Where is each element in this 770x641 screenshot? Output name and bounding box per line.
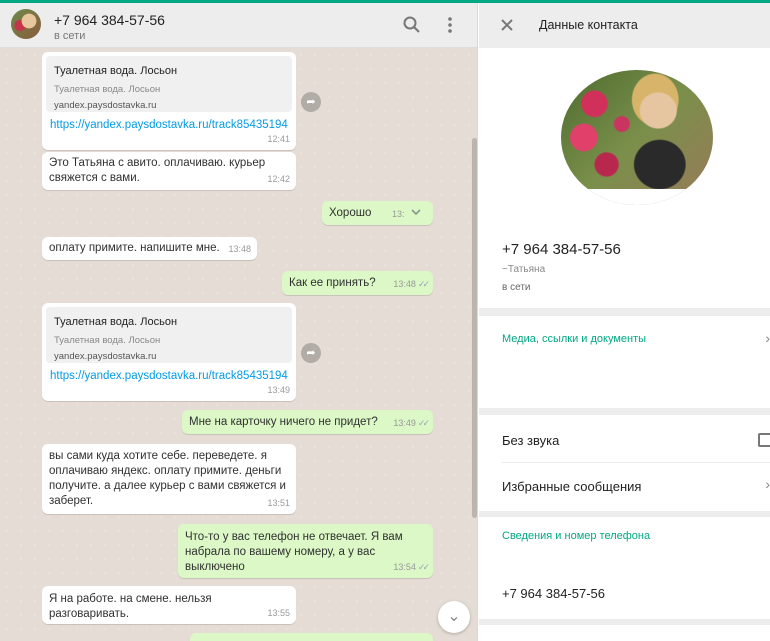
- avatar[interactable]: [11, 9, 41, 39]
- close-icon[interactable]: [497, 15, 517, 35]
- message-text: Мне на карточку ничего не придет?: [189, 416, 378, 428]
- scrollbar[interactable]: [472, 138, 477, 518]
- media-links-docs-link[interactable]: Медиа, ссылки и документы: [502, 333, 646, 345]
- message-incoming[interactable]: Туалетная вода. Лосьон Туалетная вода. Л…: [42, 303, 296, 401]
- profile-status: в сети: [502, 282, 531, 293]
- chat-pane: +7 964 384-57-56 в сети Туалетная вода. …: [0, 3, 478, 641]
- message-text: Это Татьяна с авито. оплачиваю. курьер: [49, 157, 266, 169]
- link-preview-description: Туалетная вода. Лосьон: [54, 84, 161, 95]
- settings-card: Без звука Избранные сообщения ›: [479, 415, 770, 511]
- message-outgoing[interactable]: [190, 633, 433, 641]
- about-phone-card: Сведения и номер телефона +7 964 384-57-…: [479, 517, 770, 619]
- chat-header[interactable]: +7 964 384-57-56 в сети: [0, 3, 477, 48]
- message-incoming[interactable]: Туалетная вода. Лосьон Туалетная вода. Л…: [42, 52, 296, 150]
- profile-phone: +7 964 384-57-56: [502, 241, 621, 258]
- message-time: 13:49: [267, 385, 290, 395]
- message-text: Хорошо: [329, 207, 372, 219]
- message-time: 13:: [392, 209, 405, 219]
- read-ticks-icon: ✓✓: [417, 562, 430, 572]
- divider: [502, 462, 770, 463]
- link-preview-domain: yandex.paysdostavka.ru: [54, 351, 157, 362]
- about-phone-heading: Сведения и номер телефона: [502, 530, 651, 542]
- link-preview-title: Туалетная вода. Лосьон: [54, 316, 178, 328]
- message-text: оплачиваю яндекс. оплату примите. деньги: [49, 465, 282, 477]
- message-time: 13:49: [393, 418, 416, 428]
- message-text: свяжется с вами.: [49, 172, 140, 184]
- search-icon[interactable]: [402, 15, 422, 35]
- message-text: Как ее принять?: [289, 277, 376, 289]
- chevron-right-icon: ›: [765, 476, 770, 492]
- bottom-card: [479, 625, 770, 641]
- message-incoming[interactable]: Это Татьяна с авито. оплачиваю. курьер с…: [42, 152, 296, 190]
- message-time: 13:48: [393, 279, 416, 289]
- message-link[interactable]: https://yandex.paysdostavka.ru/track8543…: [50, 369, 288, 384]
- link-preview-title: Туалетная вода. Лосьон: [54, 65, 178, 77]
- message-time: 13:54: [393, 562, 416, 572]
- message-time: 12:41: [267, 134, 290, 144]
- chevron-down-icon[interactable]: [410, 207, 422, 217]
- read-ticks-icon: ✓✓: [417, 279, 430, 289]
- forward-icon[interactable]: ➦: [301, 92, 321, 112]
- starred-messages-item[interactable]: Избранные сообщения: [502, 479, 641, 494]
- scroll-down-button[interactable]: ⌄: [438, 601, 470, 633]
- link-preview[interactable]: Туалетная вода. Лосьон Туалетная вода. Л…: [46, 307, 292, 363]
- chevron-right-icon: ›: [765, 330, 770, 346]
- message-text: вы сами куда хотите себе. переведете. я: [49, 450, 267, 462]
- message-meta: 13:48 ✓✓: [393, 277, 430, 292]
- forward-icon[interactable]: ➦: [301, 343, 321, 363]
- chat-contact-status: в сети: [54, 30, 86, 42]
- message-incoming[interactable]: оплату примите. напишите мне. 13:48: [42, 237, 257, 260]
- profile-card: +7 964 384-57-56 ~Татьяна в сети: [479, 48, 770, 308]
- message-time: 12:42: [267, 174, 290, 184]
- chat-contact-name: +7 964 384-57-56: [54, 12, 165, 28]
- message-outgoing[interactable]: Как ее принять? 13:48 ✓✓: [282, 271, 433, 295]
- link-preview-domain: yandex.paysdostavka.ru: [54, 100, 157, 111]
- read-ticks-icon: ✓✓: [417, 418, 430, 428]
- message-outgoing[interactable]: Что-то у вас телефон не отвечает. Я вам …: [178, 524, 433, 578]
- message-outgoing[interactable]: Мне на карточку ничего не придет? 13:49 ✓…: [182, 410, 433, 434]
- menu-icon[interactable]: [440, 15, 460, 35]
- mute-checkbox[interactable]: [758, 433, 770, 447]
- message-time: 13:55: [267, 608, 290, 618]
- message-text: оплату примите. напишите мне.: [49, 242, 220, 254]
- link-preview[interactable]: Туалетная вода. Лосьон Туалетная вода. Л…: [46, 56, 292, 112]
- message-time: 13:48: [228, 244, 251, 254]
- message-meta: 13:54 ✓✓: [393, 560, 430, 575]
- link-preview-description: Туалетная вода. Лосьон: [54, 335, 161, 346]
- media-card[interactable]: Медиа, ссылки и документы ›: [479, 316, 770, 408]
- message-link[interactable]: https://yandex.paysdostavka.ru/track8543…: [50, 118, 288, 133]
- message-list[interactable]: Туалетная вода. Лосьон Туалетная вода. Л…: [0, 48, 477, 641]
- message-text: набрала по вашему номеру, а у вас выключ…: [185, 546, 376, 573]
- contact-info-pane: Данные контакта +7 964 384-57-56 ~Татьян…: [479, 3, 770, 641]
- message-meta: 13:49 ✓✓: [393, 416, 430, 431]
- message-outgoing[interactable]: Хорошо 13:: [322, 201, 433, 225]
- message-incoming[interactable]: вы сами куда хотите себе. переведете. я …: [42, 444, 296, 514]
- message-text: Что-то у вас телефон не отвечает. Я вам: [185, 531, 403, 543]
- mute-label[interactable]: Без звука: [502, 433, 559, 448]
- message-text: получите. а далее курьер с вами свяжется…: [49, 480, 286, 492]
- message-text: заберет.: [49, 495, 94, 507]
- phone-number[interactable]: +7 964 384-57-56: [502, 586, 605, 601]
- contact-info-header: Данные контакта: [479, 3, 770, 48]
- profile-alias: ~Татьяна: [502, 264, 546, 275]
- message-text: Я на работе. на смене. нельзя разговарив…: [49, 593, 212, 620]
- message-time: 13:51: [267, 498, 290, 508]
- message-incoming[interactable]: Я на работе. на смене. нельзя разговарив…: [42, 586, 296, 624]
- profile-photo[interactable]: [561, 70, 713, 205]
- contact-info-title: Данные контакта: [539, 18, 638, 32]
